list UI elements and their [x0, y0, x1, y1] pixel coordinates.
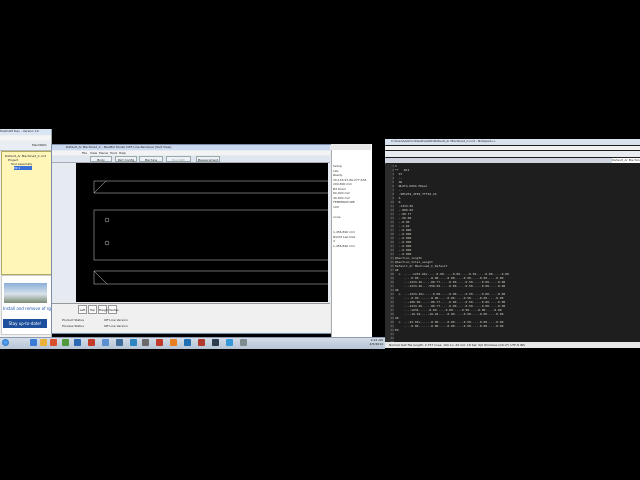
notepad-tab-bar [385, 158, 640, 163]
tab-tool-path-params[interactable]: Tool Path Params [166, 156, 191, 168]
view-height-button[interactable]: Height [98, 305, 109, 314]
notepad-menu-bar[interactable] [385, 146, 640, 150]
system-clock[interactable]: 9:22 AM 2/5/2014 [353, 338, 383, 347]
status-label: Product Status [62, 318, 84, 322]
app-icon[interactable] [184, 339, 191, 346]
app-icon[interactable] [212, 339, 219, 346]
app-icon[interactable] [142, 339, 149, 346]
app-icon[interactable] [198, 339, 205, 346]
property-item: 1,456,890 mm [333, 230, 356, 234]
code-line: ED [395, 328, 399, 332]
menu-file[interactable]: File [82, 151, 87, 155]
pdf-icon[interactable] [156, 339, 163, 346]
property-item: 1,456,890 mm [333, 244, 356, 248]
postcam-toolbar-label: MachPath [32, 143, 47, 147]
tab-part-config[interactable]: Part Config [115, 156, 137, 162]
notepad-active-tab[interactable]: Default_Ar Machined [612, 158, 640, 163]
status-label: Process Status [62, 324, 84, 328]
property-item: NVCM Lab Dist [333, 235, 356, 239]
nc-menu-bar[interactable]: File View Pieces Tools Help [52, 151, 330, 155]
part-preview-canvas[interactable] [76, 163, 328, 302]
status-value: Off Line Version [104, 318, 128, 322]
view-vertex-button[interactable]: Vertex [108, 305, 119, 314]
app-icon[interactable] [62, 339, 69, 346]
property-item: 100 [333, 205, 339, 209]
view-top-button[interactable]: Top [88, 305, 97, 314]
taskbar [0, 337, 385, 349]
postcam-title: PostCAM Dev - Version 10 [0, 129, 51, 135]
app-icon[interactable] [170, 339, 177, 346]
tab-machine-system[interactable]: Machine System [139, 156, 163, 168]
hole-marker [104, 240, 110, 246]
menu-view[interactable]: View [90, 151, 97, 155]
folder-icon[interactable] [40, 339, 47, 346]
notepad-status-bar: Normal text file length: 2,757 lines: 10… [385, 342, 640, 348]
property-item: 3 [333, 239, 335, 243]
tree-item-selected[interactable]: Mi 1 [14, 166, 32, 170]
status-value: Off Line Version [104, 324, 128, 328]
code-editor[interactable]: % ** .NC1 ST -- AK NLOTA NIOA HOpel -- -S… [395, 164, 639, 342]
part-outline [93, 180, 328, 194]
app-icon[interactable] [240, 339, 247, 346]
nc-viewer-title: Default_Ar Machined_C - NeoMill Studio D… [52, 145, 330, 150]
news-image [4, 283, 47, 303]
tab-body[interactable]: Body [90, 156, 112, 162]
part-outline [93, 270, 328, 285]
postcam-menu-bar[interactable] [0, 136, 51, 140]
notepad-toolbar[interactable] [385, 151, 640, 157]
part-chamfer [93, 270, 108, 285]
app-icon[interactable] [50, 339, 57, 346]
clock-date: 2/5/2014 [369, 342, 383, 346]
property-item: none [333, 215, 341, 219]
ie-icon[interactable] [30, 339, 37, 346]
view-left-button[interactable]: Left [78, 305, 87, 314]
postcam-toolbar[interactable]: MachPath [0, 141, 51, 151]
app-icon[interactable] [226, 339, 233, 346]
news-link[interactable]: Install and remove of rgs [3, 306, 53, 311]
notepad-title: C:\Users\Admin\Desktop\NC\Default_Ar Mac… [385, 139, 640, 145]
app-icon[interactable] [130, 339, 137, 346]
tab-measurement[interactable]: Measurement [196, 156, 220, 162]
menu-help[interactable]: Help [119, 151, 126, 155]
app-icon[interactable] [116, 339, 123, 346]
property-item: Ready [333, 173, 343, 177]
start-button-icon[interactable] [2, 339, 9, 346]
chrome-icon[interactable] [88, 339, 95, 346]
property-item: Setup [333, 164, 342, 168]
part-outline [93, 209, 328, 261]
property-panel-header [331, 144, 371, 150]
property-item: TEMPERATURE [333, 200, 355, 204]
property-item: 60,000 mm [333, 191, 351, 195]
menu-pieces[interactable]: Pieces [99, 151, 108, 155]
menu-tools[interactable]: Tools [110, 151, 117, 155]
project-tree[interactable]: Default_Ar Machined_C.nc2 Project Tool A… [1, 151, 52, 275]
hole-marker [104, 217, 110, 223]
app-icon[interactable] [102, 339, 109, 346]
property-item: 200,800 mm [333, 182, 353, 186]
app-icon[interactable] [74, 339, 81, 346]
stay-up-to-date-button[interactable]: Stay up-to-date! [3, 319, 47, 328]
part-chamfer [93, 180, 107, 194]
